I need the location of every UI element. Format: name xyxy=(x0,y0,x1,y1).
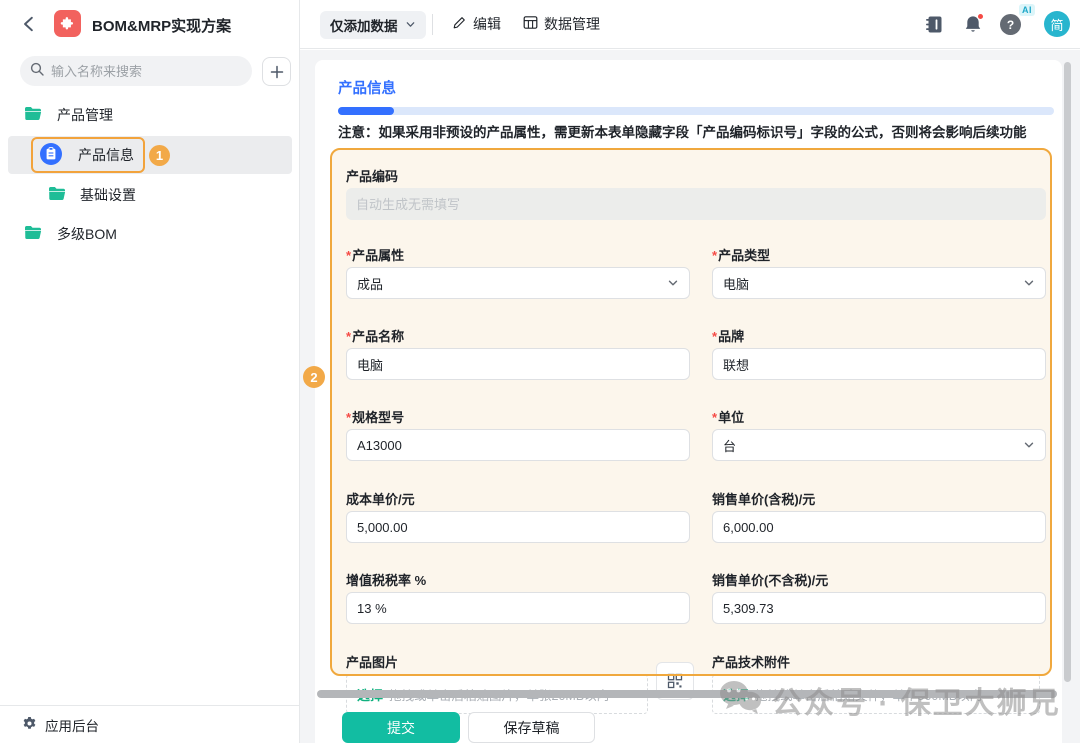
chevron-down-icon xyxy=(1023,439,1035,451)
app-title: BOM&MRP实现方案 xyxy=(92,15,231,36)
search-input[interactable] xyxy=(51,64,231,79)
data-manage-button[interactable]: 数据管理 xyxy=(523,14,600,34)
folder-icon xyxy=(48,186,66,204)
cost-price-input[interactable] xyxy=(346,511,690,543)
chevron-down-icon xyxy=(667,277,679,289)
back-icon[interactable] xyxy=(20,15,38,33)
help-question-mark: ? xyxy=(1007,18,1014,32)
sale-price-tax-input[interactable] xyxy=(712,511,1046,543)
sale-price-no-tax-label: 销售单价(不含税)/元 xyxy=(712,570,1046,587)
product-type-value: 电脑 xyxy=(723,274,749,293)
chevron-down-icon xyxy=(1023,277,1035,289)
form-title: 产品信息 xyxy=(338,77,396,98)
table-icon xyxy=(523,15,538,33)
sidebar-item-label: 产品管理 xyxy=(57,105,113,125)
spec-model-input[interactable] xyxy=(346,429,690,461)
notification-bell-icon[interactable] xyxy=(964,15,982,34)
vertical-scrollbar[interactable] xyxy=(1064,62,1071,682)
sidebar-item-product-manage[interactable]: 产品管理 xyxy=(24,100,113,130)
cost-price-label: 成本单价/元 xyxy=(346,489,690,506)
sidebar-item-basic-settings[interactable]: 基础设置 xyxy=(48,179,136,211)
horizontal-scrollbar[interactable] xyxy=(317,690,1057,698)
gear-icon xyxy=(22,716,37,734)
brand-label: 品牌 xyxy=(712,326,1046,343)
notification-dot xyxy=(977,13,984,20)
clipboard-icon xyxy=(40,143,62,168)
product-type-select[interactable]: 电脑 xyxy=(712,267,1046,299)
ai-badge: AI xyxy=(1019,4,1035,16)
unit-label: 单位 xyxy=(712,407,1046,424)
edit-button[interactable]: 编辑 xyxy=(452,14,501,34)
qr-grid-icon xyxy=(667,673,683,689)
product-attr-value: 成品 xyxy=(357,274,383,293)
main-toolbar: 仅添加数据 编辑 数据管理 ? AI 简 xyxy=(300,0,1080,49)
add-button[interactable] xyxy=(262,57,291,86)
sidebar-item-multilevel-bom[interactable]: 多级BOM xyxy=(24,218,117,250)
form-notice: 注意：如果采用非预设的产品属性，需更新本表单隐藏字段「产品编码标识号」字段的公式… xyxy=(338,121,1058,141)
form-card: 产品信息 注意：如果采用非预设的产品属性，需更新本表单隐藏字段「产品编码标识号」… xyxy=(315,60,1062,743)
app-backend-label: 应用后台 xyxy=(45,715,99,735)
search-icon xyxy=(30,62,44,81)
product-name-label: 产品名称 xyxy=(346,326,690,343)
product-code-label: 产品编码 xyxy=(346,166,1046,183)
form-progress-fill xyxy=(338,107,394,115)
sale-price-no-tax-input[interactable] xyxy=(712,592,1046,624)
product-attr-label: 产品属性 xyxy=(346,245,690,262)
vat-rate-label: 增值税税率 % xyxy=(346,570,690,587)
sidebar: BOM&MRP实现方案 产品管理 产品信息 基础设置 多级BOM xyxy=(0,0,300,743)
app-backend-button[interactable]: 应用后台 xyxy=(0,705,299,743)
sale-price-tax-label: 销售单价(含税)/元 xyxy=(712,489,1046,506)
edit-label: 编辑 xyxy=(473,14,501,34)
chevron-down-icon xyxy=(405,18,416,33)
product-type-label: 产品类型 xyxy=(712,245,1046,262)
pencil-icon xyxy=(452,15,467,33)
save-draft-button[interactable]: 保存草稿 xyxy=(468,712,595,743)
vat-rate-input[interactable] xyxy=(346,592,690,624)
annotation-badge-1: 1 xyxy=(149,145,170,166)
search-box[interactable] xyxy=(20,56,252,86)
product-image-label: 产品图片 xyxy=(346,652,648,669)
mode-dropdown-label: 仅添加数据 xyxy=(330,15,398,35)
unit-select[interactable]: 台 xyxy=(712,429,1046,461)
app-logo-icon xyxy=(54,10,81,37)
form-progress-track xyxy=(338,107,1054,115)
sidebar-item-label: 基础设置 xyxy=(80,185,136,205)
notebook-panel-icon[interactable] xyxy=(925,15,943,39)
submit-button[interactable]: 提交 xyxy=(342,712,460,743)
product-code-input xyxy=(346,188,1046,220)
spec-model-label: 规格型号 xyxy=(346,407,690,424)
annotation-badge-2: 2 xyxy=(303,366,325,388)
mode-dropdown-button[interactable]: 仅添加数据 xyxy=(320,11,426,39)
unit-value: 台 xyxy=(723,436,736,455)
sidebar-item-label: 多级BOM xyxy=(57,224,117,244)
folder-icon xyxy=(24,106,42,124)
language-label: 简 xyxy=(1050,15,1063,34)
sidebar-item-product-info[interactable]: 产品信息 xyxy=(40,136,134,174)
tech-attachment-label: 产品技术附件 xyxy=(712,652,1040,669)
brand-input[interactable] xyxy=(712,348,1046,380)
product-name-input[interactable] xyxy=(346,348,690,380)
help-icon[interactable]: ? xyxy=(1000,14,1021,35)
sidebar-item-label: 产品信息 xyxy=(78,145,134,165)
sidebar-header: BOM&MRP实现方案 xyxy=(0,0,300,48)
toolbar-divider xyxy=(432,14,433,35)
language-toggle-button[interactable]: 简 xyxy=(1044,11,1070,37)
folder-icon xyxy=(24,225,42,243)
product-attr-select[interactable]: 成品 xyxy=(346,267,690,299)
data-manage-label: 数据管理 xyxy=(544,14,600,34)
